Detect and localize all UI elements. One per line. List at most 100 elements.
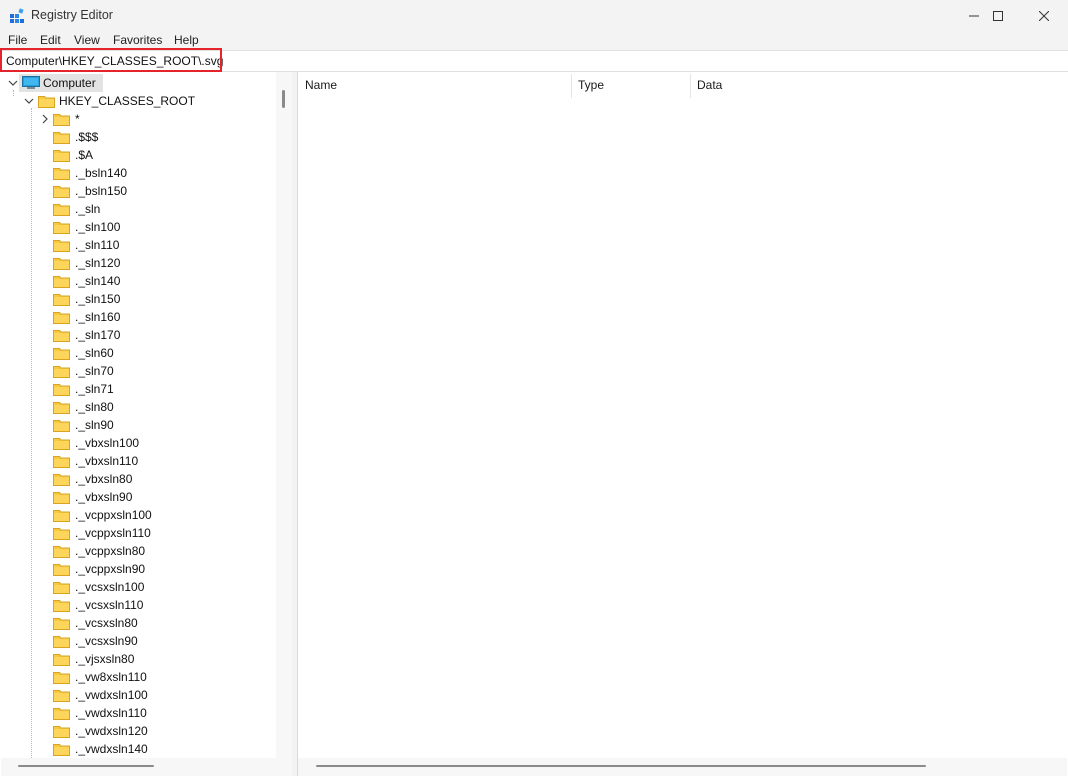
folder-icon bbox=[53, 600, 70, 612]
tree-item-label: ._sln60 bbox=[75, 346, 114, 360]
tree-item-label: ._vw8xsln110 bbox=[75, 670, 147, 684]
tree-item[interactable]: ._sln70 bbox=[40, 362, 260, 380]
close-button[interactable] bbox=[1021, 0, 1067, 32]
folder-icon bbox=[53, 744, 70, 756]
tree-item[interactable]: ._sln71 bbox=[40, 380, 260, 398]
column-header-type[interactable]: Type bbox=[571, 72, 690, 99]
tree-hscroll-thumb[interactable] bbox=[18, 765, 154, 767]
tree-item-label: ._sln100 bbox=[75, 220, 121, 234]
tree-item[interactable]: ._vcsxsln80 bbox=[40, 614, 260, 632]
folder-icon bbox=[53, 474, 70, 486]
tree-item-label: ._sln80 bbox=[75, 400, 114, 414]
menu-help[interactable]: Help bbox=[174, 33, 199, 47]
tree-item-label: ._vbxsln100 bbox=[75, 436, 140, 450]
folder-icon bbox=[53, 510, 70, 522]
tree-item[interactable]: ._vcppxsln100 bbox=[40, 506, 260, 524]
folder-icon bbox=[53, 186, 70, 198]
maximize-icon bbox=[993, 11, 1003, 21]
tree-item[interactable]: * bbox=[40, 110, 260, 128]
tree-item[interactable]: ._vcsxsln110 bbox=[40, 596, 260, 614]
tree-item-computer[interactable]: Computer bbox=[8, 74, 128, 92]
tree-item-label: ._vcsxsln100 bbox=[75, 580, 145, 594]
tree-item[interactable]: ._sln80 bbox=[40, 398, 260, 416]
folder-icon bbox=[53, 222, 70, 234]
folder-icon bbox=[53, 528, 70, 540]
tree-item[interactable]: ._vjsxsln80 bbox=[40, 650, 260, 668]
tree-item[interactable]: ._vcsxsln90 bbox=[40, 632, 260, 650]
menu-file[interactable]: File bbox=[8, 33, 27, 47]
values-horizontal-scrollbar[interactable] bbox=[298, 758, 1067, 776]
tree-item[interactable]: ._vbxsln90 bbox=[40, 488, 260, 506]
menu-edit[interactable]: Edit bbox=[40, 33, 61, 47]
tree-item[interactable]: .$$$ bbox=[40, 128, 260, 146]
folder-icon bbox=[53, 672, 70, 684]
folder-icon bbox=[53, 492, 70, 504]
tree-guide bbox=[31, 108, 32, 758]
tree-item[interactable]: ._vcppxsln90 bbox=[40, 560, 260, 578]
tree-item[interactable]: ._sln90 bbox=[40, 416, 260, 434]
menu-view[interactable]: View bbox=[74, 33, 100, 47]
tree-item-label: ._vcppxsln90 bbox=[75, 562, 146, 576]
folder-icon bbox=[53, 168, 70, 180]
tree-item[interactable]: ._sln bbox=[40, 200, 260, 218]
tree-item-label: ._sln140 bbox=[75, 274, 121, 288]
tree-item[interactable]: ._vcppxsln110 bbox=[40, 524, 260, 542]
folder-icon bbox=[38, 96, 55, 108]
tree-item[interactable]: ._bsln140 bbox=[40, 164, 260, 182]
folder-icon bbox=[53, 708, 70, 720]
window-title: Registry Editor bbox=[31, 8, 113, 22]
tree-item-label: ._sln160 bbox=[75, 310, 121, 324]
tree-item[interactable]: ._vwdxsln120 bbox=[40, 722, 260, 740]
folder-icon bbox=[53, 546, 70, 558]
tree-scroll-thumb[interactable] bbox=[282, 90, 285, 108]
column-header-name[interactable]: Name bbox=[298, 72, 571, 99]
menu-favorites[interactable]: Favorites bbox=[113, 33, 162, 47]
tree-item-label: ._sln70 bbox=[75, 364, 114, 378]
folder-icon bbox=[53, 240, 70, 252]
tree-item[interactable]: .$A bbox=[40, 146, 260, 164]
tree-item[interactable]: ._sln100 bbox=[40, 218, 260, 236]
tree-item-label: ._sln71 bbox=[75, 382, 114, 396]
tree-item[interactable]: ._vbxsln110 bbox=[40, 452, 260, 470]
tree-item-label: ._vbxsln90 bbox=[75, 490, 133, 504]
tree-item[interactable]: ._vcsxsln100 bbox=[40, 578, 260, 596]
tree-item-label: ._sln170 bbox=[75, 328, 121, 342]
tree-item[interactable]: ._sln160 bbox=[40, 308, 260, 326]
tree-item[interactable]: ._sln150 bbox=[40, 290, 260, 308]
tree-item[interactable]: ._sln120 bbox=[40, 254, 260, 272]
chevron-down-icon[interactable] bbox=[8, 78, 18, 88]
tree-horizontal-scrollbar[interactable] bbox=[1, 758, 292, 776]
values-pane[interactable]: Name Type Data bbox=[297, 72, 1068, 776]
tree-item[interactable]: ._vwdxsln100 bbox=[40, 686, 260, 704]
tree-item[interactable]: ._vw8xsln110 bbox=[40, 668, 260, 686]
folder-icon bbox=[53, 366, 70, 378]
tree-item-label: ._vcsxsln90 bbox=[75, 634, 138, 648]
tree-item[interactable]: ._sln60 bbox=[40, 344, 260, 362]
tree-item[interactable]: ._vwdxsln110 bbox=[40, 704, 260, 722]
tree-vertical-scrollbar[interactable] bbox=[276, 72, 292, 758]
folder-icon bbox=[53, 402, 70, 414]
chevron-right-icon[interactable] bbox=[40, 114, 50, 124]
tree-item[interactable]: ._vbxsln100 bbox=[40, 434, 260, 452]
column-header-data[interactable]: Data bbox=[690, 72, 890, 99]
folder-icon bbox=[53, 132, 70, 144]
tree-item-hkey-classes-root[interactable]: HKEY_CLASSES_ROOT bbox=[24, 92, 224, 110]
tree-item[interactable]: ._vbxsln80 bbox=[40, 470, 260, 488]
tree-item-label: * bbox=[75, 112, 80, 126]
folder-icon bbox=[53, 420, 70, 432]
tree-item[interactable]: ._sln140 bbox=[40, 272, 260, 290]
tree-item[interactable]: ._vwdxsln140 bbox=[40, 740, 260, 758]
tree-item-label: ._vbxsln80 bbox=[75, 472, 133, 486]
tree-item-label: ._sln bbox=[75, 202, 101, 216]
values-hscroll-thumb[interactable] bbox=[316, 765, 926, 767]
folder-icon bbox=[53, 564, 70, 576]
tree-item[interactable]: ._bsln150 bbox=[40, 182, 260, 200]
tree-item-label: ._vcsxsln80 bbox=[75, 616, 138, 630]
maximize-button[interactable] bbox=[975, 0, 1021, 32]
tree-item[interactable]: ._sln110 bbox=[40, 236, 260, 254]
tree-item[interactable]: ._vcppxsln80 bbox=[40, 542, 260, 560]
folder-icon bbox=[53, 276, 70, 288]
tree-item[interactable]: ._sln170 bbox=[40, 326, 260, 344]
chevron-down-icon[interactable] bbox=[24, 96, 34, 106]
tree-item-label: ._sln120 bbox=[75, 256, 121, 270]
